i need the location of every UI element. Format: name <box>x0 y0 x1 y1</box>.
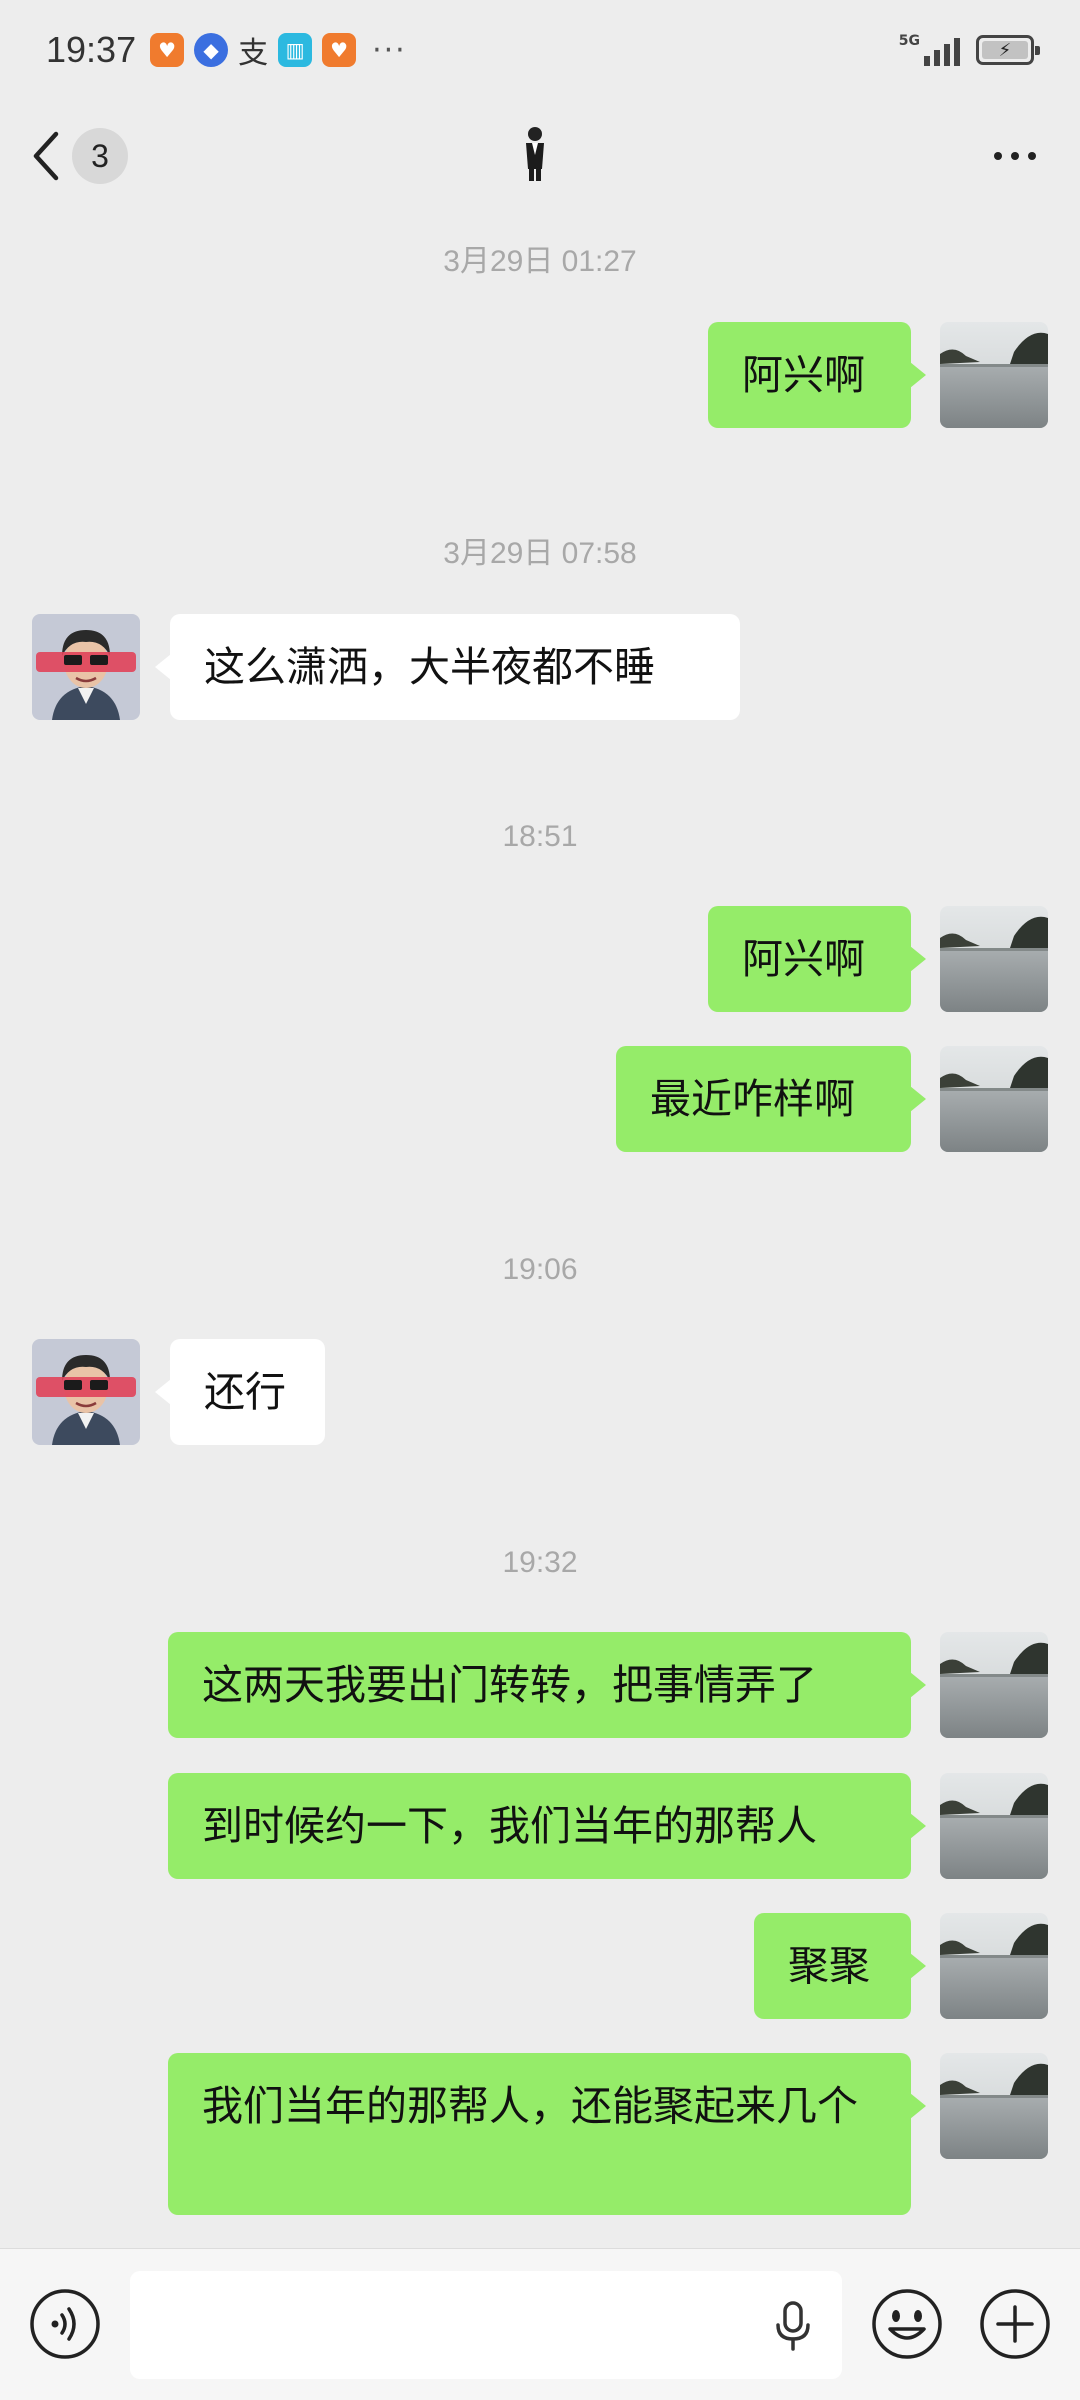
outgoing-message-bubble[interactable]: 到时候约一下，我们当年的那帮人 <box>168 1773 926 1879</box>
my-avatar[interactable] <box>940 1913 1048 2019</box>
battery-icon: ⚡ <box>976 35 1040 65</box>
outgoing-message-bubble[interactable]: 阿兴啊 <box>708 322 926 428</box>
chevron-left-icon <box>30 130 62 182</box>
app-notification-icon: ♥ <box>150 33 185 67</box>
incoming-message-bubble[interactable]: 这么潇洒，大半夜都不睡 <box>155 614 740 720</box>
browser-notification-icon: ◆ <box>194 33 229 67</box>
message-timestamp: 3月29日 07:58 <box>443 537 637 570</box>
my-avatar[interactable] <box>940 1632 1048 1738</box>
outgoing-message-bubble[interactable]: 聚聚 <box>754 1913 926 2019</box>
status-bar: 19:37 ♥ ◆ 支 ▥ ♥ ··· 5G ⚡ <box>0 0 1080 100</box>
voice-icon <box>30 2289 100 2359</box>
status-time: 19:37 <box>46 29 137 70</box>
contact-avatar[interactable] <box>32 1339 140 1445</box>
message-timestamp: 3月29日 01:27 <box>443 245 637 278</box>
outgoing-message-bubble[interactable]: 最近咋样啊 <box>616 1046 926 1152</box>
my-avatar[interactable] <box>940 2053 1048 2159</box>
my-avatar[interactable] <box>940 1773 1048 1879</box>
voice-button[interactable] <box>28 2287 102 2361</box>
plus-icon <box>980 2289 1050 2359</box>
network-type: 5G <box>898 33 920 49</box>
my-avatar[interactable] <box>940 906 1048 1012</box>
unread-count-badge: 3 <box>72 128 128 184</box>
contact-avatar[interactable] <box>32 614 140 720</box>
input-bar <box>0 2248 1080 2400</box>
message-input[interactable] <box>130 2271 842 2379</box>
person-in-suit-emoji <box>526 127 544 181</box>
plus-button[interactable] <box>978 2287 1052 2361</box>
reader-notification-icon: ▥ <box>278 33 313 67</box>
message-timestamp: 18:51 <box>502 820 578 853</box>
emoji-icon <box>872 2289 942 2359</box>
my-avatar[interactable] <box>940 322 1048 428</box>
outgoing-message-bubble[interactable]: 我们当年的那帮人，还能聚起来几个 <box>168 2053 926 2215</box>
mic-icon[interactable] <box>770 2299 816 2353</box>
incoming-message-bubble[interactable]: 还行 <box>155 1339 325 1445</box>
message-timestamp: 19:32 <box>502 1546 578 1579</box>
alipay-notification-icon: 支 <box>238 36 269 71</box>
my-avatar[interactable] <box>940 1046 1048 1152</box>
emoji-button[interactable] <box>870 2287 944 2361</box>
outgoing-message-bubble[interactable]: 阿兴啊 <box>708 906 926 1012</box>
outgoing-message-bubble[interactable]: 这两天我要出门转转，把事情弄了 <box>168 1632 926 1738</box>
app-notification-icon: ♥ <box>322 33 357 67</box>
more-options-button[interactable] <box>980 142 1050 170</box>
message-timestamp: 19:06 <box>502 1253 578 1286</box>
notification-icons: ♥ ◆ 支 ▥ ♥ ··· <box>150 32 407 71</box>
more-notifications-icon: ··· <box>372 32 407 68</box>
cellular-signal-icon: 5G <box>899 34 960 66</box>
back-button[interactable]: 3 <box>30 128 128 184</box>
